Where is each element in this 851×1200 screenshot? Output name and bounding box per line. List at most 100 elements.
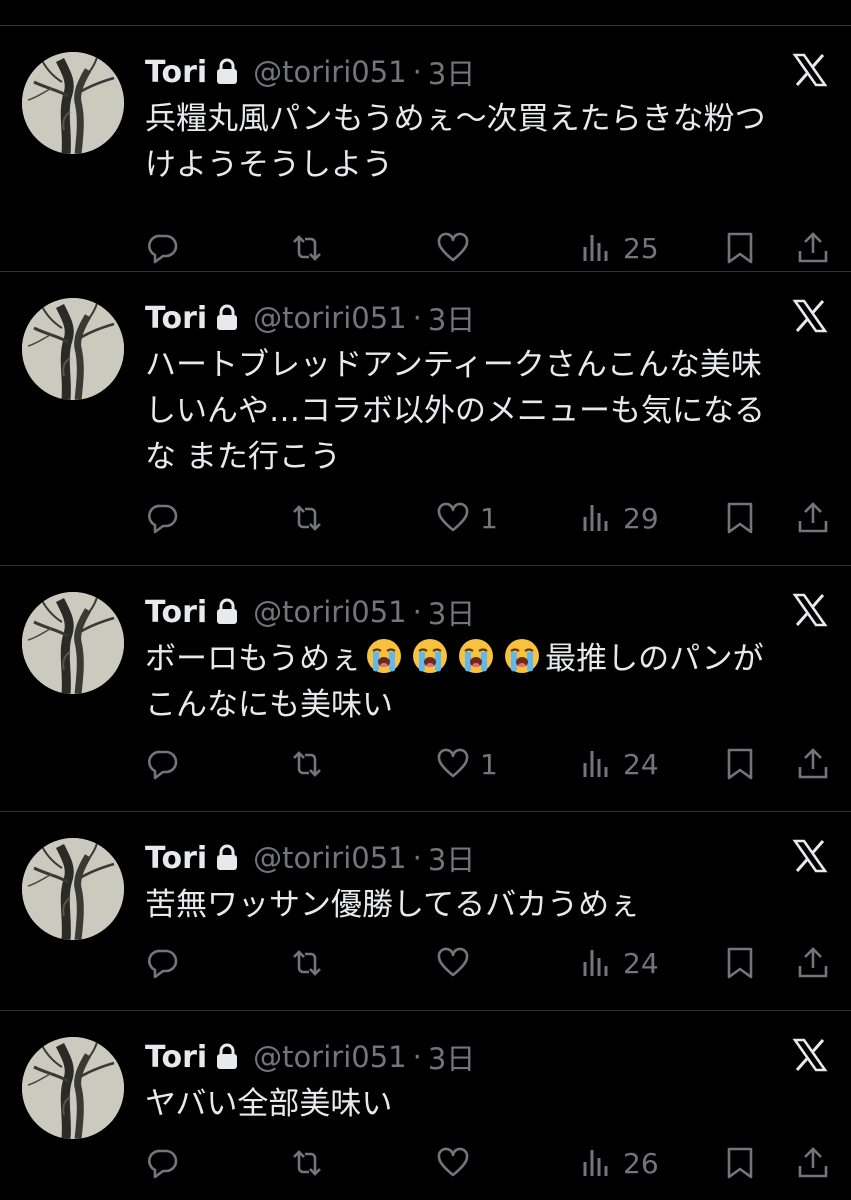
author-name[interactable]: Tori	[145, 55, 207, 90]
avatar-tree-illustration	[22, 838, 124, 940]
like-icon	[437, 502, 469, 532]
timestamp[interactable]: 3日	[428, 51, 475, 93]
avatar[interactable]	[22, 298, 124, 400]
views-button[interactable]: 26	[579, 1141, 659, 1185]
tweet[interactable]: Tori @toriri051 · 3日 ハートブレッドアンティークさんこんな美味 しいん…	[0, 271, 851, 540]
reply-icon	[148, 949, 178, 979]
loudly-crying-face-emoji	[367, 639, 402, 673]
views-button[interactable]: 24	[579, 742, 659, 786]
avatar[interactable]	[22, 52, 124, 154]
tweet-text: ヤバい全部美味い	[145, 1081, 825, 1127]
tweet-text: 苦無ワッサン優勝してるバカうめぇ	[145, 882, 825, 928]
author-name[interactable]: Tori	[145, 301, 207, 336]
author-name[interactable]: Tori	[145, 1040, 207, 1075]
tweet[interactable]: Tori @toriri051 · 3日 ヤバい全部美味い 26	[0, 1010, 851, 1185]
repost-button[interactable]	[290, 496, 324, 540]
separator-dot: ·	[412, 301, 422, 335]
tweet[interactable]: Tori @toriri051 · 3日 兵糧丸風パンもうめぇ〜次買えたらきな粉つ けよう…	[0, 25, 851, 270]
author-handle[interactable]: @toriri051	[253, 595, 406, 629]
tweet[interactable]: Tori @toriri051 · 3日 苦無ワッサン優勝してるバカうめぇ 24	[0, 811, 851, 985]
repost-button[interactable]	[290, 941, 324, 985]
separator-dot: ·	[412, 841, 422, 875]
author-handle[interactable]: @toriri051	[253, 841, 406, 875]
author-handle[interactable]: @toriri051	[253, 301, 406, 335]
avatar-tree-illustration	[22, 592, 124, 694]
timestamp[interactable]: 3日	[428, 591, 475, 633]
author-handle[interactable]: @toriri051	[253, 55, 406, 89]
timestamp[interactable]: 3日	[428, 297, 475, 339]
x-logo-icon[interactable]	[792, 52, 828, 88]
like-button[interactable]	[436, 1141, 480, 1185]
separator-dot: ·	[412, 55, 422, 89]
tweet-text-line: ヤバい全部美味い	[145, 1086, 393, 1122]
views-button[interactable]: 29	[579, 496, 659, 540]
reply-button[interactable]	[146, 1141, 180, 1185]
view-count: 29	[623, 501, 659, 535]
bookmark-button[interactable]	[723, 1141, 757, 1185]
tweet[interactable]: Tori @toriri051 · 3日 ボーロもうめぇ 最推しのパンが こんなにも美味い 1…	[0, 565, 851, 786]
share-icon	[798, 1147, 828, 1178]
author-handle[interactable]: @toriri051	[253, 1040, 406, 1074]
reply-icon	[148, 504, 178, 534]
share-icon	[798, 502, 828, 533]
reply-button[interactable]	[146, 941, 180, 985]
bookmark-button[interactable]	[723, 742, 757, 786]
like-button[interactable]: 1	[436, 742, 498, 786]
tweet-header: Tori @toriri051 · 3日	[145, 1035, 475, 1079]
bookmark-button[interactable]	[723, 496, 757, 540]
like-icon	[437, 748, 469, 778]
views-icon	[583, 751, 608, 777]
view-count: 26	[623, 1146, 659, 1180]
x-logo-icon[interactable]	[792, 592, 828, 628]
share-icon	[798, 232, 828, 263]
reply-button[interactable]	[146, 496, 180, 540]
like-button[interactable]	[436, 226, 480, 270]
reply-button[interactable]	[146, 226, 180, 270]
views-button[interactable]: 25	[579, 226, 659, 270]
tweet-text-line: 兵糧丸風パンもうめぇ〜次買えたらきな粉つ	[145, 101, 766, 137]
repost-button[interactable]	[290, 742, 324, 786]
bookmark-button[interactable]	[723, 226, 757, 270]
tweet-actions: 1 29	[0, 496, 851, 540]
repost-button[interactable]	[290, 1141, 324, 1185]
tweet-actions: 24	[0, 941, 851, 985]
x-logo-icon[interactable]	[792, 298, 828, 334]
lock-icon	[217, 304, 238, 330]
share-button[interactable]	[796, 941, 830, 985]
repost-button[interactable]	[290, 226, 324, 270]
bookmark-button[interactable]	[723, 941, 757, 985]
like-icon	[437, 1147, 469, 1177]
timestamp[interactable]: 3日	[428, 1036, 475, 1078]
timestamp[interactable]: 3日	[428, 837, 475, 879]
avatar[interactable]	[22, 1037, 124, 1139]
bookmark-icon	[727, 502, 753, 534]
like-button[interactable]	[436, 941, 480, 985]
x-logo-icon[interactable]	[792, 1037, 828, 1073]
author-name[interactable]: Tori	[145, 595, 207, 630]
reply-icon	[148, 750, 178, 780]
share-button[interactable]	[796, 1141, 830, 1185]
tweet-actions: 25	[0, 226, 851, 270]
views-button[interactable]: 24	[579, 941, 659, 985]
x-logo-icon[interactable]	[792, 838, 828, 874]
bookmark-icon	[727, 232, 753, 264]
share-button[interactable]	[796, 496, 830, 540]
share-button[interactable]	[796, 226, 830, 270]
share-icon	[798, 947, 828, 978]
views-icon	[583, 235, 608, 261]
tweet-header: Tori @toriri051 · 3日	[145, 296, 475, 340]
tweet-text: ハートブレッドアンティークさんこんな美味 しいんや…コラボ以外のメニューも気になる…	[145, 342, 825, 480]
view-count: 24	[623, 946, 659, 980]
share-button[interactable]	[796, 742, 830, 786]
like-button[interactable]: 1	[436, 496, 498, 540]
tweet-text-line: こんなにも美味い	[145, 687, 393, 723]
reply-button[interactable]	[146, 742, 180, 786]
author-name[interactable]: Tori	[145, 841, 207, 876]
bookmark-icon	[727, 748, 753, 780]
avatar[interactable]	[22, 592, 124, 694]
views-icon	[583, 505, 608, 531]
view-count: 24	[623, 747, 659, 781]
view-count: 25	[623, 231, 659, 265]
avatar[interactable]	[22, 838, 124, 940]
loudly-crying-face-emoji	[413, 639, 448, 673]
